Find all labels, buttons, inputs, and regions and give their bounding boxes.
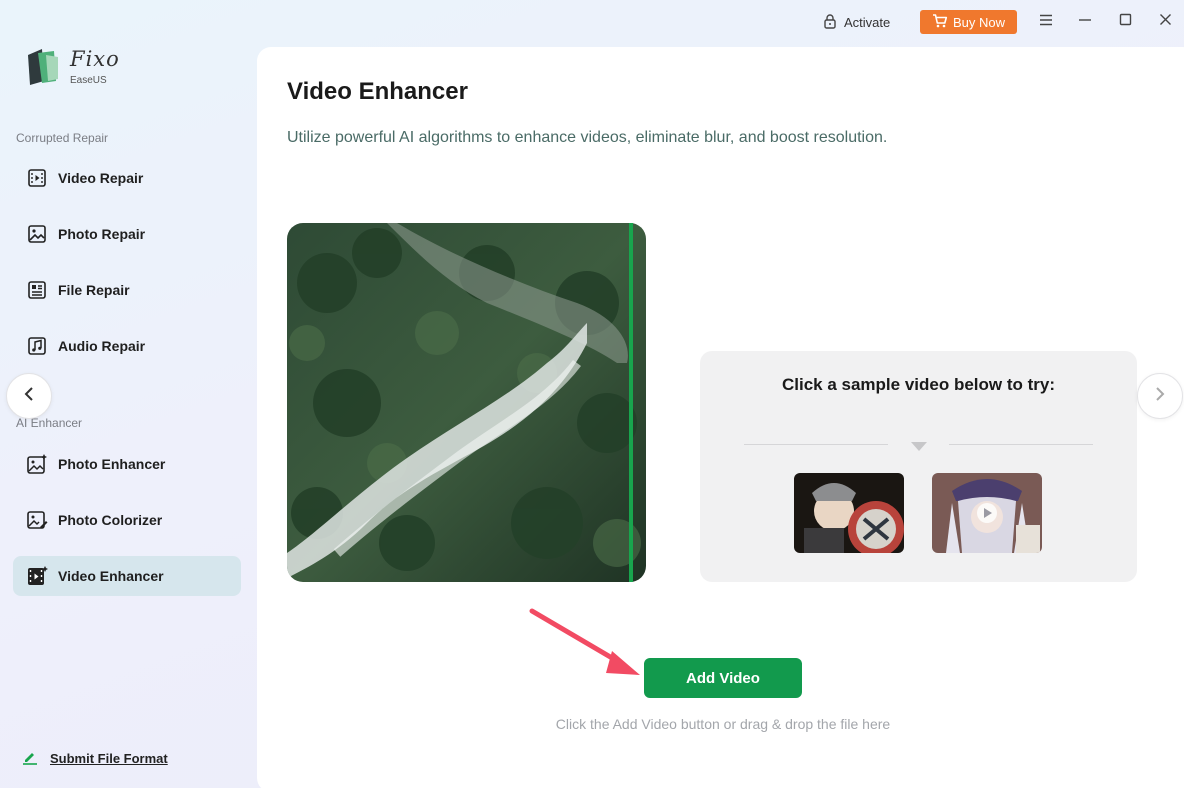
image-icon — [26, 223, 48, 245]
cart-icon — [932, 13, 948, 31]
sidebar-item-photo-colorizer[interactable]: Photo Colorizer — [13, 500, 241, 540]
previous-arrow-button[interactable] — [6, 373, 52, 419]
preview-image — [287, 223, 646, 582]
minimize-icon — [1078, 13, 1092, 31]
logo-name: Fixo — [70, 47, 120, 71]
section-label-corrupted-repair: Corrupted Repair — [16, 131, 109, 145]
menu-button[interactable] — [1035, 11, 1057, 33]
chevron-left-icon — [23, 386, 35, 407]
video-sparkle-icon — [26, 565, 48, 587]
annotation-arrow — [528, 607, 648, 682]
sidebar-item-video-enhancer[interactable]: Video Enhancer — [13, 556, 241, 596]
minimize-button[interactable] — [1074, 11, 1096, 33]
drop-hint: Click the Add Video button or drag & dro… — [555, 716, 891, 732]
sidebar-item-label: Video Enhancer — [58, 568, 164, 584]
logo-subtitle: EaseUS — [70, 75, 107, 86]
sidebar-item-photo-enhancer[interactable]: Photo Enhancer — [13, 444, 241, 484]
sidebar-item-file-repair[interactable]: File Repair — [13, 270, 241, 310]
hamburger-icon — [1039, 13, 1053, 31]
sidebar-item-label: Photo Repair — [58, 226, 146, 242]
buy-now-label: Buy Now — [952, 14, 1006, 30]
close-button[interactable] — [1154, 11, 1176, 33]
app-logo: Fixo EaseUS — [22, 44, 152, 90]
comparison-slider[interactable] — [629, 223, 633, 582]
chevron-right-icon — [1154, 386, 1166, 407]
activate-button[interactable]: Activate — [822, 11, 890, 33]
buy-now-button[interactable]: Buy Now — [920, 10, 1017, 34]
sidebar-item-video-repair[interactable]: Video Repair — [13, 158, 241, 198]
sidebar-item-label: Audio Repair — [58, 338, 146, 354]
music-note-icon — [26, 335, 48, 357]
pencil-icon — [22, 749, 38, 768]
next-arrow-button[interactable] — [1137, 373, 1183, 419]
page-description: Utilize powerful AI algorithms to enhanc… — [287, 129, 888, 146]
add-video-button[interactable]: Add Video — [644, 658, 802, 698]
sample-title: Click a sample video below to try: — [781, 375, 1056, 394]
sidebar-item-label: File Repair — [58, 282, 130, 298]
sidebar-item-label: Video Repair — [58, 170, 144, 186]
sidebar-item-label: Photo Enhancer — [58, 456, 166, 472]
image-palette-icon — [26, 509, 48, 531]
close-icon — [1159, 13, 1172, 31]
sidebar-item-label: Photo Colorizer — [58, 512, 163, 528]
submit-file-format-label: Submit File Format — [50, 751, 168, 766]
sample-video-thumbnail-1[interactable] — [794, 473, 904, 553]
lock-icon — [822, 13, 838, 32]
add-video-label: Add Video — [686, 669, 760, 687]
sidebar-item-photo-repair[interactable]: Photo Repair — [13, 214, 241, 254]
video-frame-icon — [26, 167, 48, 189]
divider-left — [744, 444, 888, 445]
submit-file-format-link[interactable]: Submit File Format — [22, 749, 168, 768]
divider-right — [949, 444, 1093, 445]
sidebar-item-audio-repair[interactable]: Audio Repair — [13, 326, 241, 366]
document-icon — [26, 279, 48, 301]
page-title: Video Enhancer — [287, 78, 468, 105]
maximize-icon — [1119, 13, 1132, 31]
sample-video-box: Click a sample video below to try: — [700, 351, 1137, 582]
sample-video-thumbnail-2[interactable] — [932, 473, 1042, 553]
maximize-button[interactable] — [1114, 11, 1136, 33]
title-bar: Activate Buy Now — [0, 0, 1184, 44]
activate-label: Activate — [844, 14, 891, 30]
image-sparkle-icon — [26, 453, 48, 475]
fixo-logo-icon — [24, 47, 60, 87]
chevron-down-icon — [911, 442, 927, 451]
